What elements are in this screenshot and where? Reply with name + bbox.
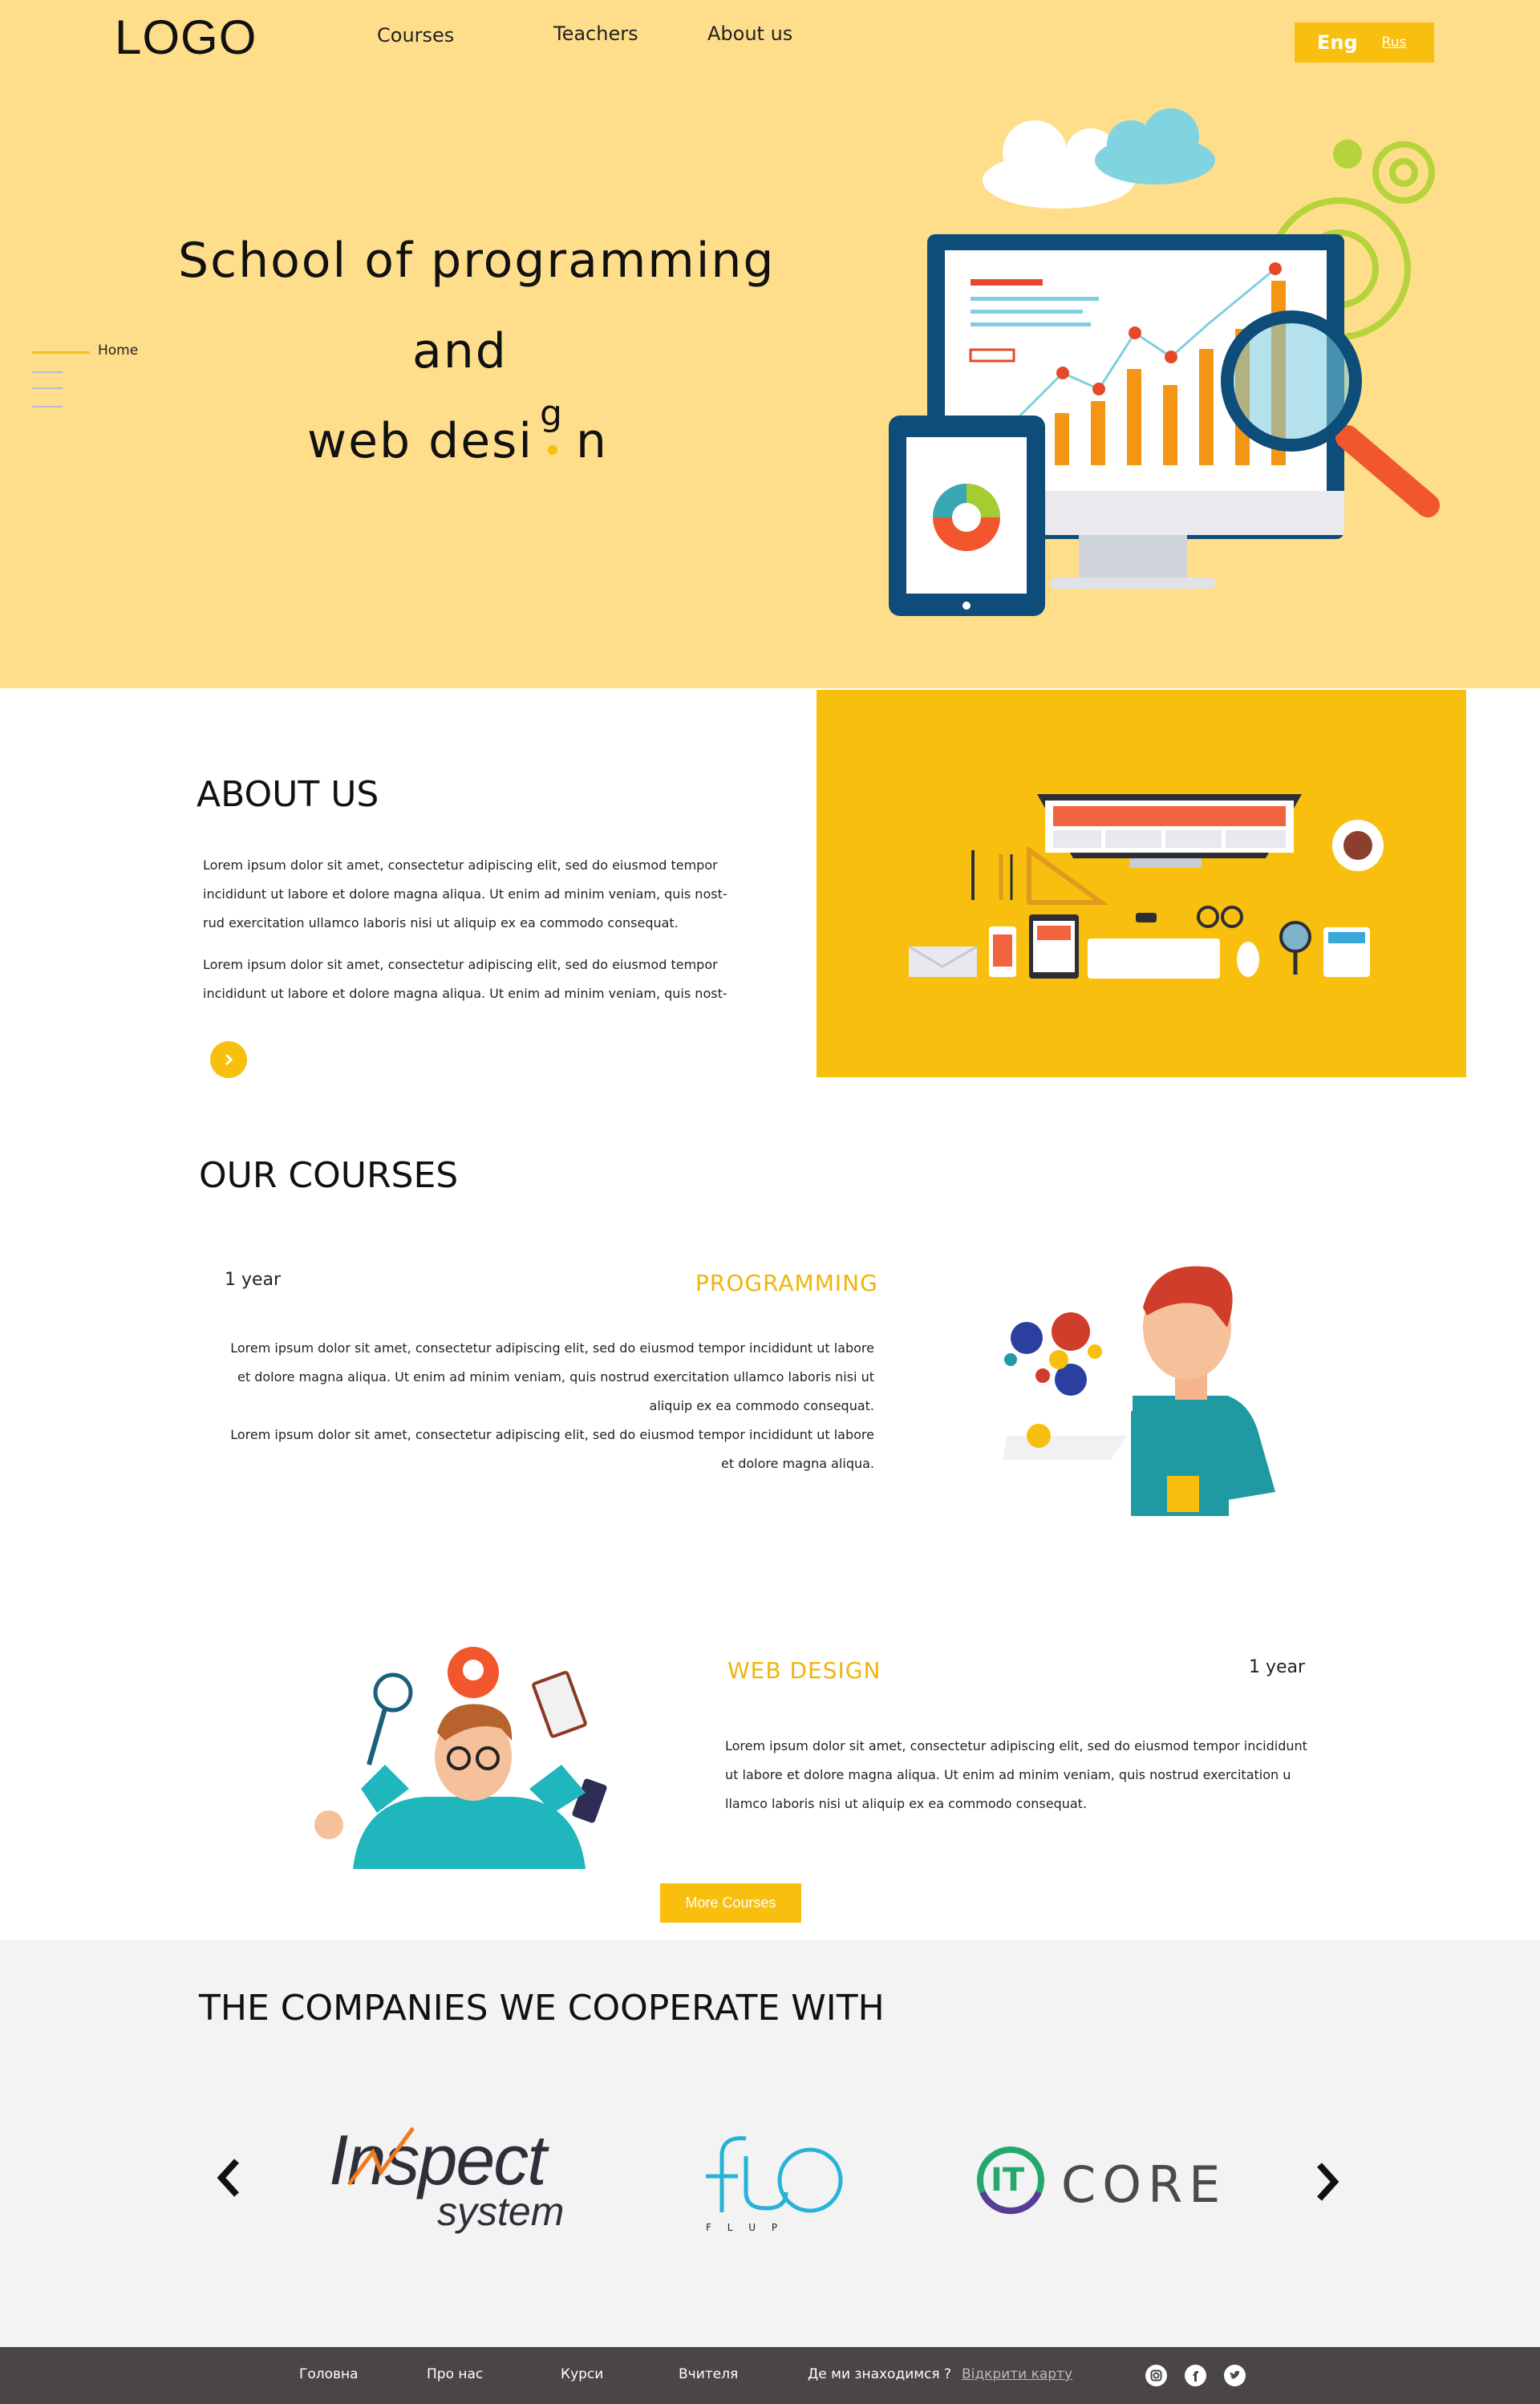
about-paragraph-2: Lorem ipsum dolor sit amet, consectetur …	[203, 951, 727, 1008]
facebook-glyph-icon	[1193, 2371, 1198, 2382]
about-line: incididunt ut labore et dolore magna ali…	[203, 986, 727, 1001]
course-line: Lorem ipsum dolor sit amet, consectetur …	[725, 1738, 1307, 1753]
footer: Головна Про нас Курси Вчителя Де ми знах…	[0, 2347, 1540, 2404]
about-line: Lorem ipsum dolor sit amet, consectetur …	[203, 957, 718, 972]
cloud-icon	[983, 108, 1215, 209]
about-read-more-button[interactable]	[210, 1041, 247, 1078]
webdesign-course-title[interactable]: WEB DESIGN	[727, 1657, 881, 1684]
lightning-icon	[347, 2126, 415, 2186]
programmer-illustration	[1003, 1266, 1275, 1516]
side-nav-dot[interactable]	[32, 371, 63, 373]
about-title: ABOUT US	[197, 774, 379, 815]
about-line: incididunt ut labore et dolore magna ali…	[203, 886, 727, 902]
instagram-icon[interactable]	[1145, 2365, 1167, 2386]
side-nav-dot[interactable]	[32, 387, 63, 389]
course-line: Lorem ipsum dolor sit amet, consectetur …	[230, 1340, 874, 1356]
small-gear-icon	[1333, 140, 1362, 168]
instagram-glyph-icon	[1150, 2370, 1162, 2382]
course-line: ut labore et dolore magna aliqua. Ut eni…	[725, 1767, 1291, 1782]
nav-about-us[interactable]: About us	[707, 22, 792, 45]
desk-items-illustration	[908, 794, 1384, 979]
about-line: Lorem ipsum dolor sit amet, consectetur …	[203, 857, 718, 873]
itcore-it-text: IT	[991, 2162, 1025, 2199]
programming-duration: 1 year	[225, 1270, 282, 1290]
facebook-icon[interactable]	[1185, 2365, 1206, 2386]
footer-link-teachers[interactable]: Вчителя	[679, 2366, 738, 2382]
side-nav-active-indicator	[32, 351, 90, 354]
course-line: et dolore magna aliqua.	[721, 1456, 874, 1471]
companies-title: THE COMPANIES WE COOPERATE WITH	[199, 1988, 885, 2029]
designer-illustration	[314, 1647, 607, 1869]
about-line: rud exercitation ullamco laboris nisi ut…	[203, 915, 679, 930]
hero-title-n: n	[576, 413, 609, 469]
footer-location-label: Де ми знаходимся ?	[808, 2366, 952, 2382]
course-line: Lorem ipsum dolor sit amet, consectetur …	[230, 1427, 874, 1442]
webdesign-duration: 1 year	[1249, 1657, 1306, 1677]
course-line: llamco laboris nisi ut aliquip ex ea com…	[725, 1796, 1088, 1811]
hero-title-line3: web desi	[307, 413, 534, 469]
side-nav-dot[interactable]	[32, 406, 63, 407]
nav-courses[interactable]: Courses	[377, 24, 454, 47]
twitter-icon[interactable]	[1224, 2365, 1246, 2386]
inspect-system-logo[interactable]: Inspect system	[329, 2124, 586, 2236]
flup-logo-subtext: F L U P	[706, 2222, 784, 2233]
programming-description: Lorem ipsum dolor sit amet, consectetur …	[201, 1334, 874, 1478]
course-line: aliquip ex ea commodo consequat.	[649, 1398, 874, 1413]
footer-link-home[interactable]: Головна	[299, 2366, 359, 2382]
companies-section: THE COMPANIES WE COOPERATE WITH Inspect …	[0, 1940, 1540, 2347]
lang-rus[interactable]: Rus	[1382, 34, 1407, 51]
itcore-core-text: CORE	[1061, 2155, 1227, 2214]
itcore-logo[interactable]: IT CORE	[975, 2144, 1231, 2224]
lang-eng[interactable]: Eng	[1317, 31, 1358, 54]
course-line: et dolore magna aliqua. Ut enim ad minim…	[237, 1369, 874, 1384]
footer-link-about[interactable]: Про нас	[427, 2366, 483, 2382]
programming-course-title[interactable]: PROGRAMMING	[695, 1270, 878, 1296]
hero-title-line2: and	[412, 323, 508, 379]
language-switcher: Eng Rus	[1295, 22, 1434, 63]
inspect-logo-subtext: system	[437, 2189, 565, 2234]
analytics-illustration	[889, 108, 1440, 616]
footer-open-map-link[interactable]: Відкрити карту	[962, 2366, 1072, 2382]
flup-logo[interactable]: F L U P	[698, 2132, 850, 2244]
flup-logo-mark	[706, 2136, 843, 2213]
workspace-illustration	[817, 690, 1466, 1077]
chevron-left-icon[interactable]	[215, 2156, 241, 2199]
hero-section: LOGO Courses Teachers About us Eng Rus H…	[0, 0, 1540, 688]
hero-title-dot	[548, 445, 557, 455]
chevron-right-icon	[225, 1053, 233, 1066]
footer-link-courses[interactable]: Курси	[561, 2366, 603, 2382]
nav-teachers[interactable]: Teachers	[553, 22, 638, 45]
about-paragraph-1: Lorem ipsum dolor sit amet, consectetur …	[203, 851, 727, 938]
webdesign-description: Lorem ipsum dolor sit amet, consectetur …	[725, 1732, 1307, 1818]
chevron-right-icon[interactable]	[1315, 2160, 1341, 2203]
twitter-glyph-icon	[1230, 2370, 1241, 2379]
hero-title-line1: School of programming	[178, 233, 776, 289]
courses-title: OUR COURSES	[199, 1155, 459, 1196]
logo[interactable]: LOGO	[115, 10, 257, 65]
hero-title-g: g	[540, 393, 562, 434]
side-nav-home[interactable]: Home	[98, 343, 138, 359]
more-courses-button[interactable]: More Courses	[660, 1883, 801, 1923]
